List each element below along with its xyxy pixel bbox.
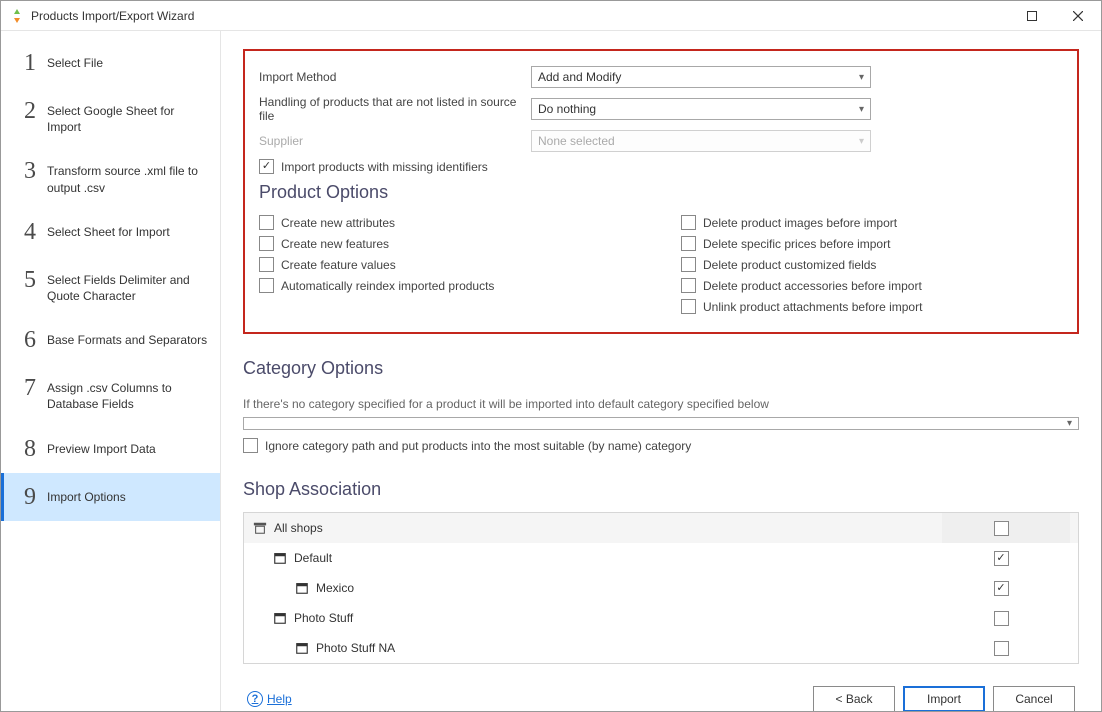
category-options-heading: Category Options bbox=[243, 358, 1079, 379]
shop-group-icon bbox=[272, 610, 288, 626]
step-preview-data[interactable]: 8Preview Import Data bbox=[1, 425, 220, 473]
content: 1Select File 2Select Google Sheet for Im… bbox=[1, 31, 1101, 711]
opt-create-feature-values-checkbox[interactable] bbox=[259, 257, 274, 272]
step-import-options[interactable]: 9Import Options bbox=[1, 473, 220, 521]
tree-chk-mexico[interactable] bbox=[994, 581, 1009, 596]
product-options-grid: Create new attributes Create new feature… bbox=[259, 215, 1063, 314]
ignore-category-path-row: Ignore category path and put products in… bbox=[243, 438, 1079, 453]
missing-ids-checkbox[interactable] bbox=[259, 159, 274, 174]
window-title: Products Import/Export Wizard bbox=[31, 9, 1009, 23]
supplier-dropdown: None selected ▾ bbox=[531, 130, 871, 152]
opt-delete-accessories: Delete product accessories before import bbox=[681, 278, 1063, 293]
chevron-down-icon: ▾ bbox=[859, 104, 864, 115]
close-button[interactable] bbox=[1055, 1, 1101, 31]
opt-auto-reindex: Automatically reindex imported products bbox=[259, 278, 641, 293]
supplier-label: Supplier bbox=[259, 134, 531, 148]
step-fields-delimiter[interactable]: 5Select Fields Delimiter and Quote Chara… bbox=[1, 256, 220, 316]
opt-delete-prices: Delete specific prices before import bbox=[681, 236, 1063, 251]
opt-create-feature-values: Create feature values bbox=[259, 257, 641, 272]
wizard-window: Products Import/Export Wizard 1Select Fi… bbox=[0, 0, 1102, 712]
supplier-value: None selected bbox=[538, 134, 615, 148]
import-method-value: Add and Modify bbox=[538, 70, 621, 84]
back-button[interactable]: < Back bbox=[813, 686, 895, 711]
opt-delete-images-checkbox[interactable] bbox=[681, 215, 696, 230]
handling-row: Handling of products that are not listed… bbox=[259, 95, 1063, 123]
wizard-steps-sidebar: 1Select File 2Select Google Sheet for Im… bbox=[1, 31, 221, 711]
tree-chk-photo-stuff-na[interactable] bbox=[994, 641, 1009, 656]
shop-association-heading: Shop Association bbox=[243, 479, 1079, 500]
opt-delete-images: Delete product images before import bbox=[681, 215, 1063, 230]
supplier-row: Supplier None selected ▾ bbox=[259, 129, 1063, 153]
step-base-formats[interactable]: 6Base Formats and Separators bbox=[1, 316, 220, 364]
tree-chk-all-shops[interactable] bbox=[994, 521, 1009, 536]
shop-group-icon bbox=[272, 550, 288, 566]
maximize-button[interactable] bbox=[1009, 1, 1055, 31]
opt-unlink-attachments-checkbox[interactable] bbox=[681, 299, 696, 314]
cancel-button[interactable]: Cancel bbox=[993, 686, 1075, 711]
ignore-category-path-checkbox[interactable] bbox=[243, 438, 258, 453]
titlebar: Products Import/Export Wizard bbox=[1, 1, 1101, 31]
default-category-dropdown[interactable]: ▾ bbox=[243, 417, 1079, 430]
tree-chk-default[interactable] bbox=[994, 551, 1009, 566]
shops-icon bbox=[252, 520, 268, 536]
help-link[interactable]: ? Help bbox=[247, 691, 292, 707]
handling-label: Handling of products that are not listed… bbox=[259, 95, 531, 123]
tree-row-mexico[interactable]: Mexico bbox=[244, 573, 1078, 603]
tree-row-photo-stuff[interactable]: Photo Stuff bbox=[244, 603, 1078, 633]
chevron-down-icon: ▾ bbox=[859, 72, 864, 83]
product-options-right: Delete product images before import Dele… bbox=[681, 215, 1063, 314]
handling-dropdown[interactable]: Do nothing ▾ bbox=[531, 98, 871, 120]
chevron-down-icon: ▾ bbox=[1067, 418, 1072, 429]
import-method-row: Import Method Add and Modify ▾ bbox=[259, 65, 1063, 89]
main-panel: Import Method Add and Modify ▾ Handling … bbox=[221, 31, 1101, 711]
product-options-left: Create new attributes Create new feature… bbox=[259, 215, 641, 314]
step-select-file[interactable]: 1Select File bbox=[1, 39, 220, 87]
shop-icon bbox=[294, 580, 310, 596]
app-icon bbox=[9, 8, 25, 24]
step-select-sheet[interactable]: 4Select Sheet for Import bbox=[1, 208, 220, 256]
opt-unlink-attachments: Unlink product attachments before import bbox=[681, 299, 1063, 314]
help-icon: ? bbox=[247, 691, 263, 707]
tree-row-photo-stuff-na[interactable]: Photo Stuff NA bbox=[244, 633, 1078, 663]
chevron-down-icon: ▾ bbox=[859, 136, 864, 147]
opt-delete-accessories-checkbox[interactable] bbox=[681, 278, 696, 293]
shop-tree: All shops Default Mexico bbox=[243, 512, 1079, 664]
tree-row-default[interactable]: Default bbox=[244, 543, 1078, 573]
footer: ? Help < Back Import Cancel bbox=[243, 664, 1079, 711]
ignore-category-path-label: Ignore category path and put products in… bbox=[265, 439, 691, 453]
opt-create-features: Create new features bbox=[259, 236, 641, 251]
tree-chk-photo-stuff[interactable] bbox=[994, 611, 1009, 626]
category-helper-text: If there's no category specified for a p… bbox=[243, 397, 1079, 411]
opt-create-features-checkbox[interactable] bbox=[259, 236, 274, 251]
step-select-google-sheet[interactable]: 2Select Google Sheet for Import bbox=[1, 87, 220, 147]
missing-ids-label: Import products with missing identifiers bbox=[281, 160, 488, 174]
import-method-label: Import Method bbox=[259, 70, 531, 84]
opt-create-attributes: Create new attributes bbox=[259, 215, 641, 230]
missing-ids-row: Import products with missing identifiers bbox=[259, 159, 1063, 174]
step-transform-xml[interactable]: 3Transform source .xml file to output .c… bbox=[1, 147, 220, 207]
tree-row-all-shops[interactable]: All shops bbox=[244, 513, 1078, 543]
opt-delete-prices-checkbox[interactable] bbox=[681, 236, 696, 251]
import-method-dropdown[interactable]: Add and Modify ▾ bbox=[531, 66, 871, 88]
import-button[interactable]: Import bbox=[903, 686, 985, 711]
opt-create-attributes-checkbox[interactable] bbox=[259, 215, 274, 230]
handling-value: Do nothing bbox=[538, 102, 596, 116]
highlighted-region: Import Method Add and Modify ▾ Handling … bbox=[243, 49, 1079, 334]
shop-icon bbox=[294, 640, 310, 656]
product-options-heading: Product Options bbox=[259, 182, 1063, 203]
opt-delete-customized: Delete product customized fields bbox=[681, 257, 1063, 272]
step-assign-columns[interactable]: 7Assign .csv Columns to Database Fields bbox=[1, 364, 220, 424]
window-controls bbox=[1009, 1, 1101, 31]
opt-auto-reindex-checkbox[interactable] bbox=[259, 278, 274, 293]
opt-delete-customized-checkbox[interactable] bbox=[681, 257, 696, 272]
